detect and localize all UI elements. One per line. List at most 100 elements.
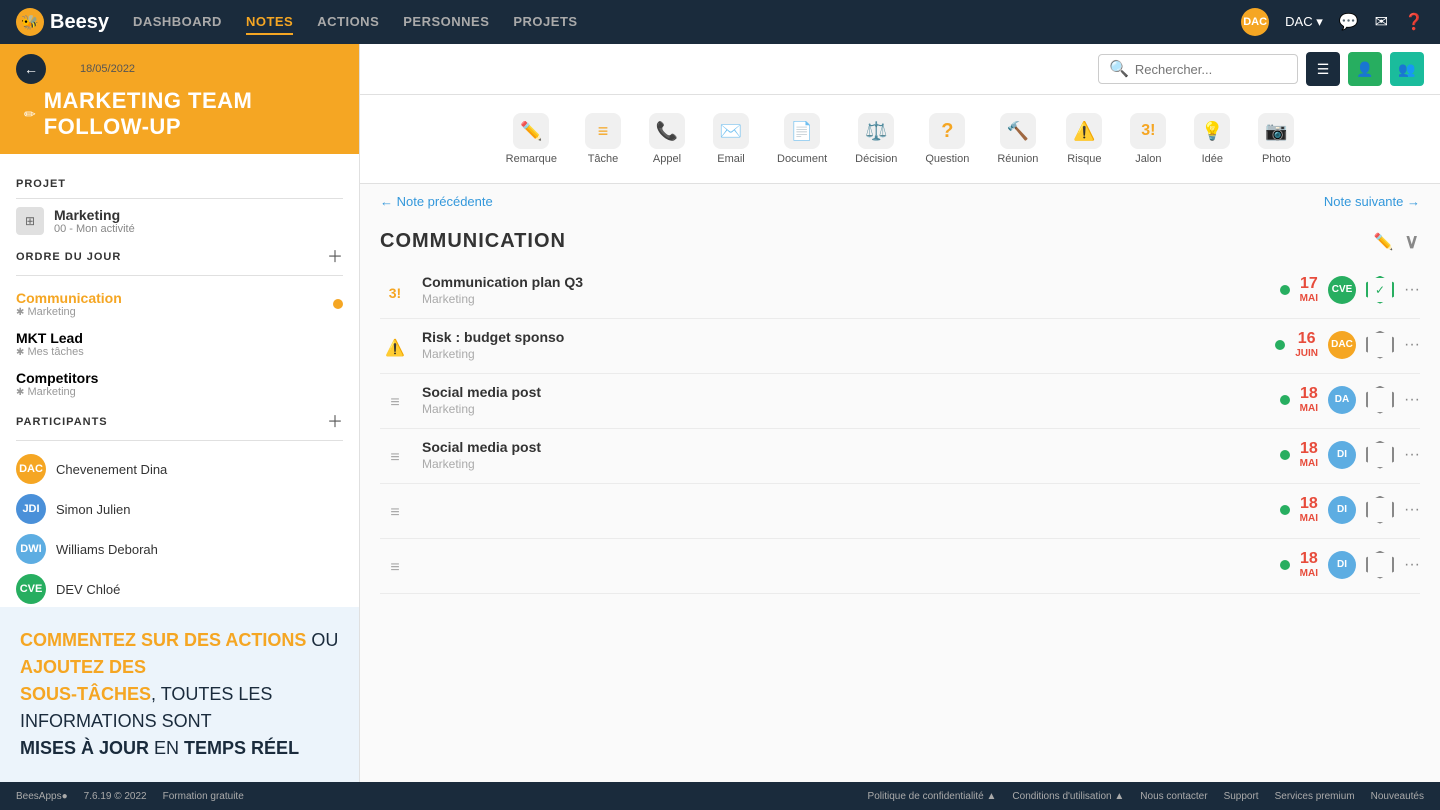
entry-day-2: 16 bbox=[1295, 329, 1318, 348]
jalon-icon: 3! bbox=[1130, 113, 1166, 149]
entry-status-dot-6 bbox=[1280, 560, 1290, 570]
entry-sub-1: Marketing bbox=[422, 292, 1268, 306]
entry-more-3[interactable]: ··· bbox=[1404, 391, 1420, 409]
entry-date-3: 18 MAI bbox=[1300, 384, 1318, 415]
help-icon[interactable]: ❓ bbox=[1404, 12, 1424, 32]
toolbar-document[interactable]: 📄 Document bbox=[763, 107, 841, 171]
nav-notes[interactable]: NOTES bbox=[246, 10, 293, 35]
type-icon-6: ≡ bbox=[380, 553, 410, 583]
collapse-section-icon[interactable]: ∨ bbox=[1404, 229, 1420, 254]
user-label: DAC ▾ bbox=[1285, 14, 1323, 30]
prev-note-link[interactable]: ← Note précédente bbox=[380, 194, 493, 209]
entry-status-dot-2 bbox=[1275, 340, 1285, 350]
participants-section: PARTICIPANTS ＋ bbox=[16, 404, 343, 436]
nav-actions[interactable]: ACTIONS bbox=[317, 10, 379, 35]
remarque-label: Remarque bbox=[506, 153, 557, 165]
toolbar-question[interactable]: ? Question bbox=[911, 107, 983, 171]
note-title-row: ✏ MARKETING TEAM FOLLOW-UP bbox=[16, 88, 343, 140]
mail-icon[interactable]: ✉ bbox=[1375, 12, 1388, 32]
entry-right-6: 18 MAI DI ··· bbox=[1280, 549, 1420, 580]
entry-right-1: 17 MAI CVE ✓ ··· bbox=[1280, 274, 1420, 305]
footer-privacy-link[interactable]: Politique de confidentialité ▲ bbox=[868, 791, 997, 802]
sidebar: ← 18/05/2022 ✏ MARKETING TEAM FOLLOW-UP … bbox=[0, 44, 360, 810]
footer-support-link[interactable]: Support bbox=[1224, 791, 1259, 802]
entry-more-5[interactable]: ··· bbox=[1404, 501, 1420, 519]
toolbar-appel[interactable]: 📞 Appel bbox=[635, 107, 699, 171]
tache-type-icon-3: ≡ bbox=[380, 388, 410, 418]
appel-icon: 📞 bbox=[649, 113, 685, 149]
chat-icon[interactable]: 💬 bbox=[1339, 12, 1359, 32]
list-view-button[interactable]: ☰ bbox=[1306, 52, 1340, 86]
entry-more-4[interactable]: ··· bbox=[1404, 446, 1420, 464]
footer: BeesApps● 7.6.19 © 2022 Formation gratui… bbox=[0, 782, 1440, 810]
entry-right-3: 18 MAI DA ··· bbox=[1280, 384, 1420, 415]
toolbar-idee[interactable]: 💡 Idée bbox=[1180, 107, 1244, 171]
entry-status-hex-4 bbox=[1366, 441, 1394, 469]
tache-label: Tâche bbox=[588, 153, 619, 165]
type-icon-5: ≡ bbox=[380, 498, 410, 528]
note-title: MARKETING TEAM FOLLOW-UP bbox=[44, 88, 343, 140]
remarque-icon: ✏️ bbox=[513, 113, 549, 149]
user-icon-button[interactable]: 👤 bbox=[1348, 52, 1382, 86]
agenda-item-communication[interactable]: Communication ✱ Marketing bbox=[16, 284, 343, 324]
agenda-item-competitors[interactable]: Competitors ✱ Marketing bbox=[16, 364, 343, 404]
avatar-jdi: JDI bbox=[16, 494, 46, 524]
toolbar-jalon[interactable]: 3! Jalon bbox=[1116, 107, 1180, 171]
agenda-dot bbox=[333, 299, 343, 309]
toolbar-photo[interactable]: 📷 Photo bbox=[1244, 107, 1308, 171]
footer-nouveautes-link[interactable]: Nouveautés bbox=[1371, 791, 1424, 802]
note-navigation: ← Note précédente Note suivante → bbox=[360, 184, 1440, 219]
nav-personnes[interactable]: PERSONNES bbox=[403, 10, 489, 35]
group-icon-button[interactable]: 👥 bbox=[1390, 52, 1424, 86]
entry-more-1[interactable]: ··· bbox=[1404, 281, 1420, 299]
promo-text: COMMENTEZ SUR DES ACTIONS OU AJOUTEZ DES… bbox=[20, 627, 340, 762]
agenda-item-sub: ✱ Marketing bbox=[16, 306, 122, 318]
toolbar-reunion[interactable]: 🔨 Réunion bbox=[983, 107, 1052, 171]
nav-projets[interactable]: PROJETS bbox=[513, 10, 577, 35]
entry-day-3: 18 bbox=[1300, 384, 1318, 403]
search-input[interactable] bbox=[1135, 62, 1287, 77]
footer-premium-link[interactable]: Services premium bbox=[1275, 791, 1355, 802]
footer-contact-link[interactable]: Nous contacter bbox=[1140, 791, 1207, 802]
entry-title-3: Social media post bbox=[422, 384, 1268, 400]
agenda-item-mktlead[interactable]: MKT Lead ✱ Mes tâches bbox=[16, 324, 343, 364]
entry-row-2: ⚠️ Risk : budget sponso Marketing 16 JUI… bbox=[380, 319, 1420, 374]
toolbar-tache[interactable]: ≡ Tâche bbox=[571, 107, 635, 171]
entry-status-hex-1: ✓ bbox=[1366, 276, 1394, 304]
participant-jdi[interactable]: JDI Simon Julien bbox=[16, 489, 343, 529]
divider bbox=[16, 198, 343, 199]
edit-icon[interactable]: ✏ bbox=[24, 106, 36, 123]
user-avatar[interactable]: DAC bbox=[1241, 8, 1269, 36]
footer-formation-link[interactable]: Formation gratuite bbox=[163, 791, 244, 802]
entry-more-6[interactable]: ··· bbox=[1404, 556, 1420, 574]
toolbar-email[interactable]: ✉️ Email bbox=[699, 107, 763, 171]
edit-section-icon[interactable]: ✏️ bbox=[1373, 232, 1394, 252]
next-note-link[interactable]: Note suivante → bbox=[1324, 194, 1420, 209]
toolbar-decision[interactable]: ⚖️ Décision bbox=[841, 107, 911, 171]
project-item[interactable]: ⊞ Marketing 00 - Mon activité bbox=[16, 207, 343, 235]
entry-day-5: 18 bbox=[1300, 494, 1318, 513]
tache-icon: ≡ bbox=[585, 113, 621, 149]
nav-dashboard[interactable]: DASHBOARD bbox=[133, 10, 222, 35]
back-button[interactable]: ← bbox=[16, 54, 46, 84]
participant-dac[interactable]: DAC Chevenement Dina bbox=[16, 449, 343, 489]
decision-label: Décision bbox=[855, 153, 897, 165]
document-label: Document bbox=[777, 153, 827, 165]
entry-row-6: ≡ 18 MAI DI ··· bbox=[380, 539, 1420, 594]
toolbar-risque[interactable]: ⚠️ Risque bbox=[1052, 107, 1116, 171]
footer-conditions-link[interactable]: Conditions d'utilisation ▲ bbox=[1012, 791, 1124, 802]
promo-line2-bold: SOUS-TÂCHES bbox=[20, 684, 151, 704]
toolbar-remarque[interactable]: ✏️ Remarque bbox=[492, 107, 571, 171]
entry-month-1: MAI bbox=[1300, 293, 1318, 305]
entry-avatar-4: DI bbox=[1328, 441, 1356, 469]
add-participant-button[interactable]: ＋ bbox=[327, 408, 343, 432]
tache-type-icon-4: ≡ bbox=[380, 443, 410, 473]
add-agenda-button[interactable]: ＋ bbox=[327, 243, 343, 267]
participant-dwi[interactable]: DWI Williams Deborah bbox=[16, 529, 343, 569]
search-bar[interactable]: 🔍 bbox=[1098, 54, 1298, 84]
participant-cve[interactable]: CVE DEV Chloé bbox=[16, 569, 343, 609]
risque-type-icon: ⚠️ bbox=[380, 333, 410, 363]
entry-right-5: 18 MAI DI ··· bbox=[1280, 494, 1420, 525]
entry-more-2[interactable]: ··· bbox=[1404, 336, 1420, 354]
section-title: COMMUNICATION ✏️ ∨ bbox=[380, 219, 1420, 264]
